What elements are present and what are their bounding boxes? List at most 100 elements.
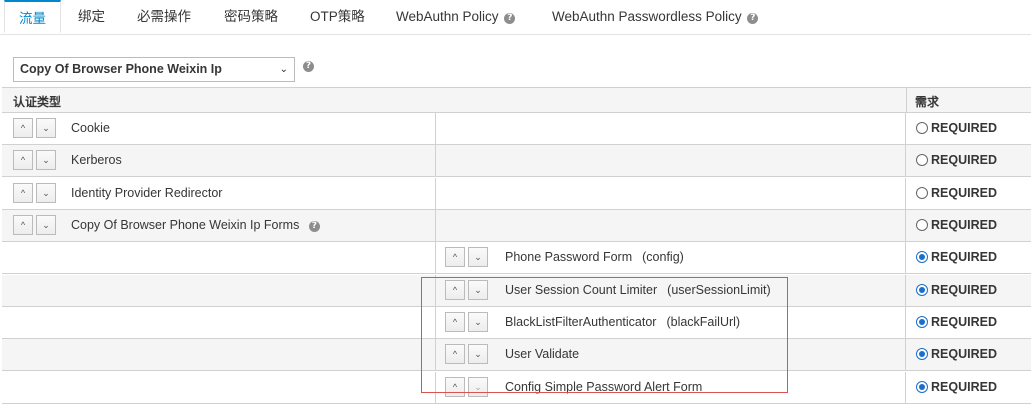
move-up-button[interactable]: ^ — [445, 280, 465, 300]
column-divider — [435, 339, 436, 370]
column-divider — [905, 178, 906, 209]
column-divider — [905, 372, 906, 403]
column-divider — [905, 242, 906, 273]
requirement-option[interactable]: REQUIRED — [916, 210, 997, 240]
requirement-option[interactable]: REQUIRED — [916, 275, 997, 305]
column-divider — [435, 145, 436, 176]
move-up-button[interactable]: ^ — [445, 247, 465, 267]
move-up-button[interactable]: ^ — [445, 344, 465, 364]
requirement-label: REQUIRED — [931, 218, 997, 232]
requirement-option[interactable]: REQUIRED — [916, 242, 997, 272]
radio-checked-icon — [916, 348, 928, 360]
help-icon[interactable]: ? — [308, 221, 320, 232]
move-down-button[interactable]: ⌄ — [468, 312, 488, 332]
execution-name: Config Simple Password Alert Form — [505, 380, 703, 394]
requirement-label: REQUIRED — [931, 283, 997, 297]
tab-otp-policy[interactable]: OTP策略 — [310, 0, 365, 34]
move-down-button[interactable]: ⌄ — [468, 247, 488, 267]
move-down-button[interactable]: ⌄ — [36, 215, 56, 235]
row-controls: ^ ⌄ — [445, 312, 491, 333]
move-down-button[interactable]: ⌄ — [36, 150, 56, 170]
execution-label: Copy Of Browser Phone Weixin Ip Forms ? — [71, 210, 320, 240]
table-row: ^ ⌄ Identity Provider Redirector REQUIRED — [2, 178, 1031, 210]
move-down-button[interactable]: ⌄ — [36, 183, 56, 203]
table-row: ^ ⌄ User Session Count Limiter (userSessio… — [2, 275, 1031, 307]
requirement-label: REQUIRED — [931, 186, 997, 200]
radio-icon — [916, 122, 928, 134]
requirement-option[interactable]: REQUIRED — [916, 113, 997, 143]
column-divider — [435, 113, 436, 144]
executions-table: 认证类型 需求 ^ ⌄ Cookie REQUIRED ^ ⌄ Kerberos R… — [2, 87, 1031, 404]
tab-flows[interactable]: 流量 — [4, 0, 61, 33]
execution-name: User Validate — [505, 347, 580, 361]
tab-webauthn-passwordless-policy-label: WebAuthn Passwordless Policy — [552, 9, 742, 24]
move-up-button[interactable]: ^ — [445, 377, 465, 397]
execution-name: Copy Of Browser Phone Weixin Ip Forms — [71, 218, 300, 232]
tab-otp-policy-label: OTP策略 — [310, 9, 365, 24]
requirement-option[interactable]: REQUIRED — [916, 339, 997, 369]
move-up-button[interactable]: ^ — [13, 118, 33, 138]
execution-label: Phone Password Form (config) — [505, 242, 684, 272]
auth-type-header: 认证类型 — [13, 95, 62, 109]
radio-icon — [916, 187, 928, 199]
column-divider — [435, 372, 436, 403]
requirement-label: REQUIRED — [931, 121, 997, 135]
execution-label: Identity Provider Redirector — [71, 178, 222, 208]
move-up-button[interactable]: ^ — [13, 183, 33, 203]
column-divider — [435, 275, 436, 306]
execution-label: User Session Count Limiter (userSessionLi… — [505, 275, 771, 305]
column-divider — [905, 339, 906, 370]
table-row: ^ ⌄ User Validate REQUIRED — [2, 339, 1031, 371]
row-controls: ^ ⌄ — [13, 183, 59, 204]
help-icon[interactable]: ? — [303, 61, 314, 72]
execution-name: Kerberos — [71, 153, 122, 167]
move-up-button[interactable]: ^ — [13, 215, 33, 235]
tab-bindings[interactable]: 绑定 — [78, 0, 105, 34]
tab-bar: 流量 绑定 必需操作 密码策略 OTP策略 WebAuthn Policy ? … — [0, 0, 1031, 35]
config-alias[interactable]: (blackFailUrl) — [666, 315, 740, 329]
tab-required-actions[interactable]: 必需操作 — [137, 0, 191, 34]
row-controls: ^ ⌄ — [13, 150, 59, 171]
tab-password-policy-label: 密码策略 — [224, 9, 278, 24]
table-row: ^ ⌄ Copy Of Browser Phone Weixin Ip Forms… — [2, 210, 1031, 242]
table-header: 认证类型 需求 — [2, 88, 1031, 113]
requirement-label: REQUIRED — [931, 250, 997, 264]
radio-icon — [916, 154, 928, 166]
requirement-label: REQUIRED — [931, 347, 997, 361]
radio-checked-icon — [916, 316, 928, 328]
column-divider — [905, 275, 906, 306]
requirement-option[interactable]: REQUIRED — [916, 307, 997, 337]
help-icon[interactable]: ? — [504, 13, 516, 24]
table-row: ^ ⌄ Kerberos REQUIRED — [2, 145, 1031, 177]
row-controls: ^ ⌄ — [445, 344, 491, 365]
table-row: ^ ⌄ Phone Password Form (config) REQUIRED — [2, 242, 1031, 274]
move-down-button[interactable]: ⌄ — [468, 280, 488, 300]
requirement-option[interactable]: REQUIRED — [916, 372, 997, 402]
requirement-option[interactable]: REQUIRED — [916, 178, 997, 208]
table-row: ^ ⌄ Config Simple Password Alert Form REQ… — [2, 372, 1031, 404]
move-down-button[interactable]: ⌄ — [468, 377, 488, 397]
move-down-button[interactable]: ⌄ — [468, 344, 488, 364]
row-controls: ^ ⌄ — [445, 280, 491, 301]
help-icon[interactable]: ? — [747, 13, 759, 24]
row-controls: ^ ⌄ — [445, 377, 491, 398]
requirement-label: REQUIRED — [931, 315, 997, 329]
row-controls: ^ ⌄ — [445, 247, 491, 268]
requirement-label: REQUIRED — [931, 153, 997, 167]
move-down-button[interactable]: ⌄ — [36, 118, 56, 138]
chevron-down-icon: ⌄ — [279, 64, 288, 75]
flow-select[interactable]: Copy Of Browser Phone Weixin Ip ⌄ — [13, 57, 295, 82]
execution-label: Config Simple Password Alert Form — [505, 372, 702, 402]
tab-webauthn-policy[interactable]: WebAuthn Policy ? — [396, 0, 516, 34]
column-divider — [905, 307, 906, 338]
tab-password-policy[interactable]: 密码策略 — [224, 0, 278, 34]
move-up-button[interactable]: ^ — [445, 312, 465, 332]
execution-name: User Session Count Limiter — [505, 283, 658, 297]
column-divider — [905, 210, 906, 241]
move-up-button[interactable]: ^ — [13, 150, 33, 170]
config-alias[interactable]: (userSessionLimit) — [667, 283, 771, 297]
execution-name: BlackListFilterAuthenticator — [505, 315, 657, 329]
requirement-option[interactable]: REQUIRED — [916, 145, 997, 175]
tab-webauthn-passwordless-policy[interactable]: WebAuthn Passwordless Policy ? — [552, 0, 759, 34]
config-alias[interactable]: (config) — [642, 250, 684, 264]
